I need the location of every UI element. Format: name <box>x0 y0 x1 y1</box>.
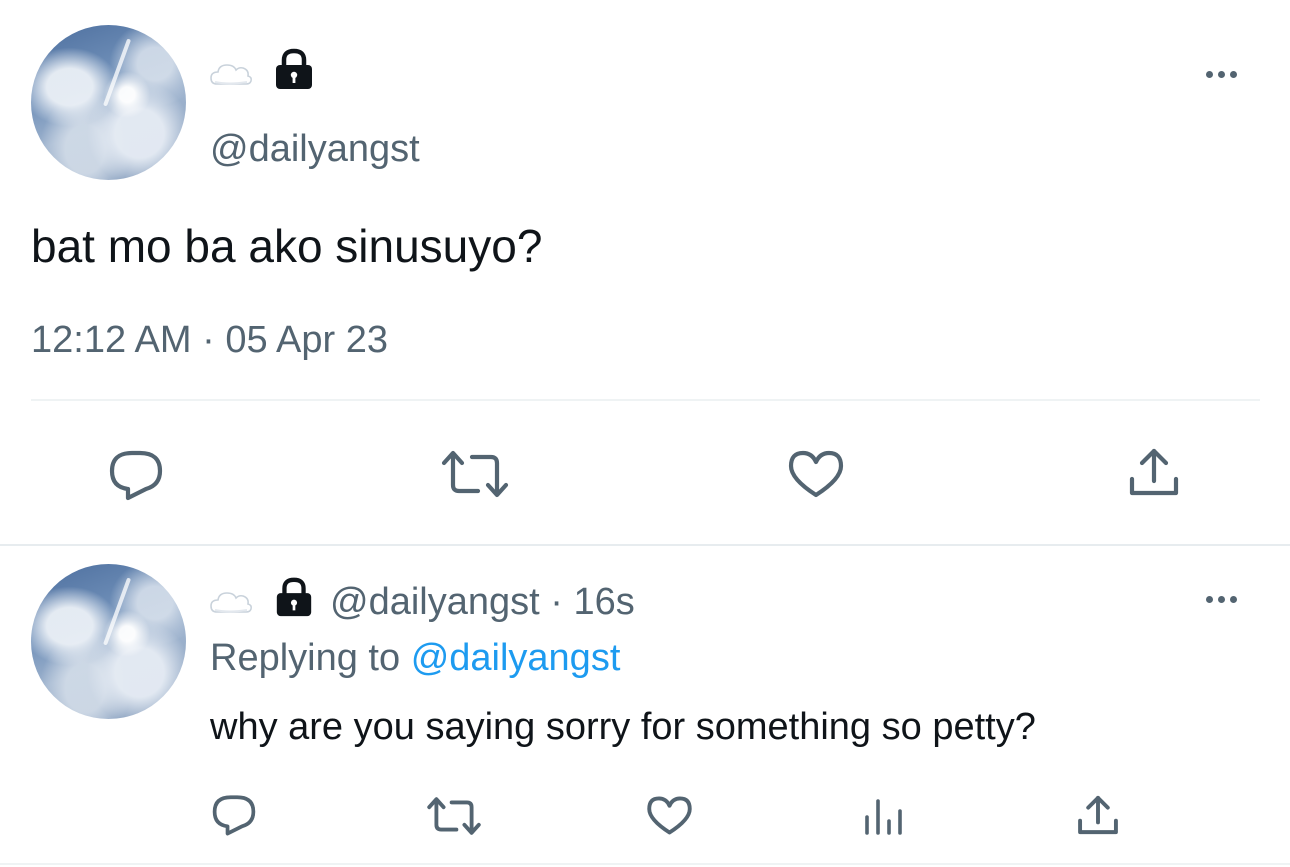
reply-text: why are you saying sorry for something s… <box>210 706 1036 748</box>
retweet-icon[interactable] <box>440 449 510 499</box>
tweet-timestamp[interactable]: 12:12 AM · 05 Apr 23 <box>31 317 388 363</box>
dot <box>1218 71 1225 78</box>
share-icon[interactable] <box>1127 445 1181 499</box>
tweet-text: bat mo ba ako sinusuyo? <box>31 220 543 272</box>
reply-header-line: @dailyangst · 16s <box>330 580 635 624</box>
dot <box>1206 596 1213 603</box>
avatar[interactable] <box>31 25 186 180</box>
reply-time[interactable]: · 16s <box>550 581 634 623</box>
retweet-icon[interactable] <box>426 796 482 836</box>
reply-icon[interactable] <box>108 449 164 501</box>
dot <box>1206 71 1213 78</box>
share-icon[interactable] <box>1076 793 1120 837</box>
replying-to-link[interactable]: @dailyangst <box>411 637 621 679</box>
lock-icon <box>273 576 315 618</box>
dot <box>1230 71 1237 78</box>
analytics-icon[interactable] <box>862 795 906 837</box>
cloud-emoji-icon <box>209 58 253 90</box>
lock-icon <box>273 47 315 91</box>
divider <box>0 863 1290 865</box>
dot <box>1230 596 1237 603</box>
more-options-button[interactable] <box>1206 596 1237 603</box>
like-icon[interactable] <box>787 449 845 499</box>
divider <box>0 544 1290 546</box>
dot <box>1218 596 1225 603</box>
replying-to-prefix: Replying to <box>210 637 401 679</box>
divider <box>31 399 1260 401</box>
user-handle[interactable]: @dailyangst <box>330 581 540 623</box>
reply-icon[interactable] <box>211 794 257 836</box>
replying-to-line: Replying to @dailyangst <box>210 636 620 680</box>
reply-avatar[interactable] <box>31 564 186 719</box>
cloud-emoji-icon <box>209 586 253 618</box>
more-options-button[interactable] <box>1206 71 1237 78</box>
user-handle[interactable]: @dailyangst <box>210 127 420 171</box>
like-icon[interactable] <box>646 795 693 836</box>
